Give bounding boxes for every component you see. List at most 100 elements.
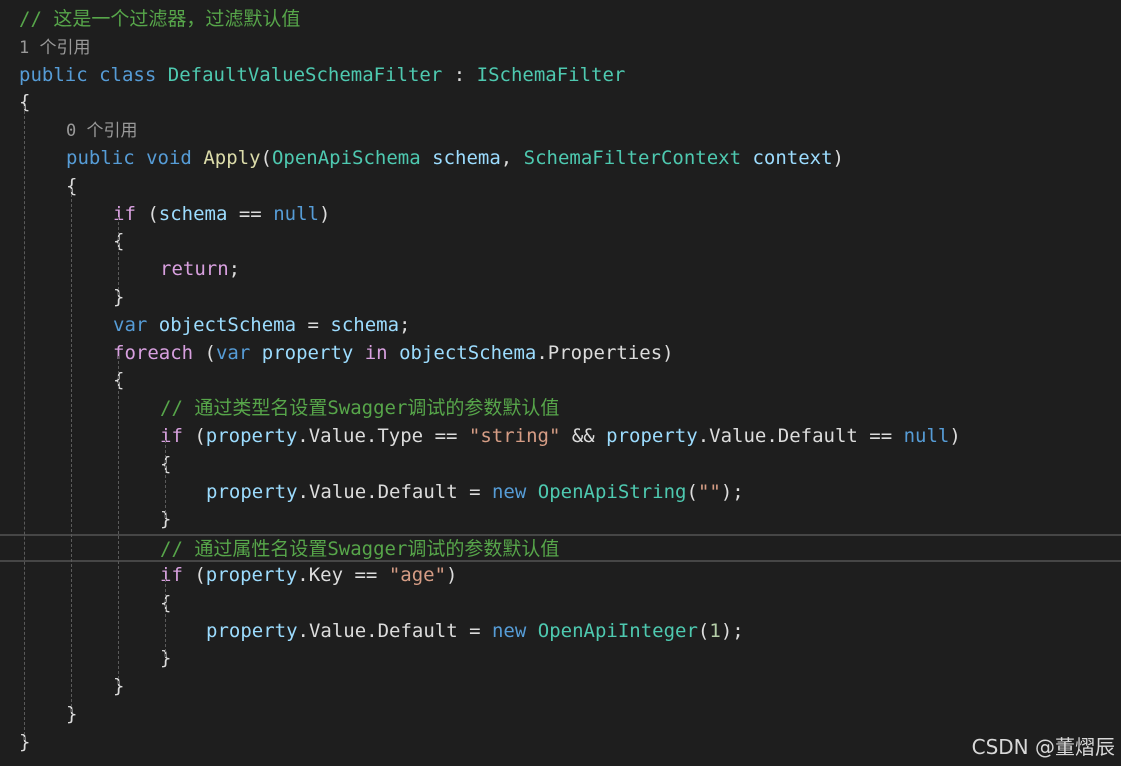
code-token: property [205,425,298,447]
code-text: property.Value.Default = new OpenApiStri… [206,479,744,507]
code-line[interactable]: foreach (var property in objectSchema.Pr… [0,340,1121,368]
code-token: DefaultValueSchemaFilter [167,63,443,86]
code-token: ) [832,147,844,169]
code-token: property [606,425,698,447]
code-line[interactable]: } [0,729,1121,757]
code-token: ( [182,564,206,586]
code-line[interactable]: } [0,673,1121,701]
code-token: ) [446,564,458,586]
code-text: if (schema == null) [113,201,330,229]
code-token: schema [432,147,501,169]
codelens-reference-count[interactable]: 1 个引用 [19,38,90,58]
code-line[interactable]: 1 个引用 [0,34,1121,62]
code-token: ( [182,425,206,447]
code-line[interactable]: } [0,284,1121,312]
code-text: // 通过类型名设置Swagger调试的参数默认值 [160,395,559,423]
code-line[interactable]: } [0,645,1121,673]
code-token: ); [720,619,744,642]
code-token: Apply [203,147,261,169]
code-token: // 这是一个过滤器，过滤默认值 [19,8,301,30]
code-token: ( [686,480,698,503]
code-line[interactable]: property.Value.Default = new OpenApiInte… [0,618,1121,646]
code-text: if (property.Key == "age") [160,562,457,590]
code-token: .Value.Default = [297,619,492,642]
code-text: // 这是一个过滤器，过滤默认值 [19,6,300,34]
code-token: ; [399,313,411,336]
code-line[interactable]: { [0,367,1121,395]
code-token: return [160,258,229,281]
indent-guide [118,356,119,685]
code-token: OpenApiSchema [271,147,421,169]
code-token: property [205,564,298,586]
code-token: new [491,619,527,642]
code-token: == [227,202,274,225]
code-token: OpenApiString [537,480,687,503]
code-line[interactable]: // 通过类型名设置Swagger调试的参数默认值 [0,395,1121,423]
code-text: // 通过属性名设置Swagger调试的参数默认值 [160,536,559,564]
code-token: .Key == [297,564,389,586]
code-line[interactable]: { [0,228,1121,256]
code-token: = [296,313,331,336]
code-token: SchemaFilterContext [523,147,742,169]
code-token: ( [135,202,159,225]
code-line[interactable]: } [0,701,1121,729]
code-token: class [99,63,157,86]
code-token: objectSchema [399,341,537,364]
code-token: .Value.Type == [297,425,469,447]
code-token: // 通过属性名设置Swagger调试的参数默认值 [160,538,560,561]
code-token: null [273,202,319,225]
indent-guide [165,578,166,657]
code-token: void [146,147,192,169]
code-text: if (property.Value.Type == "string" && p… [160,423,961,451]
code-line[interactable]: } [0,506,1121,534]
indent-guide [24,106,25,740]
code-line[interactable]: // 通过属性名设置Swagger调试的参数默认值 [0,534,1121,562]
codelens-reference-count[interactable]: 0 个引用 [66,121,137,141]
code-line[interactable]: { [0,89,1121,117]
code-text: return; [160,256,240,284]
code-token: property [206,619,298,642]
code-token: foreach [113,341,194,364]
code-token: schema [330,313,400,336]
code-token: ( [260,147,272,169]
code-line[interactable]: property.Value.Default = new OpenApiStri… [0,479,1121,507]
code-line[interactable]: // 这是一个过滤器，过滤默认值 [0,6,1121,34]
code-token: .Value.Default = [297,480,492,503]
code-token: property [261,341,354,364]
watermark: CSDN @董熠辰 [971,735,1115,759]
code-line[interactable]: return; [0,256,1121,284]
code-token: ISchemaFilter [476,63,626,86]
code-token: : [442,63,477,86]
code-line[interactable]: { [0,451,1121,479]
code-editor[interactable]: // 这是一个过滤器，过滤默认值 1 个引用 public class Defaul… [0,0,1121,766]
indent-guide [165,439,166,518]
code-line[interactable]: public void Apply(OpenApiSchema schema, … [0,145,1121,173]
code-token: .Value.Default == [697,425,904,447]
code-token: "" [697,480,721,503]
code-token: property [206,480,298,503]
code-token: context [752,147,833,169]
code-line[interactable]: public class DefaultValueSchemaFilter : … [0,62,1121,90]
code-text: public class DefaultValueSchemaFilter : … [19,62,625,90]
code-token: .Properties) [536,341,674,364]
code-line[interactable]: if (property.Key == "age") [0,562,1121,590]
code-line[interactable]: var objectSchema = schema; [0,312,1121,340]
code-token: public [66,147,135,169]
code-line[interactable]: { [0,173,1121,201]
code-line[interactable]: { [0,590,1121,618]
code-token: // 通过类型名设置Swagger调试的参数默认值 [160,397,560,420]
code-line[interactable]: if (schema == null) [0,201,1121,229]
code-token: ); [720,480,744,503]
code-line[interactable]: 0 个引用 [0,117,1121,145]
code-token: var [215,341,251,364]
code-token: "age" [388,564,447,586]
code-token: if [113,202,136,225]
code-line[interactable]: if (property.Value.Type == "string" && p… [0,423,1121,451]
